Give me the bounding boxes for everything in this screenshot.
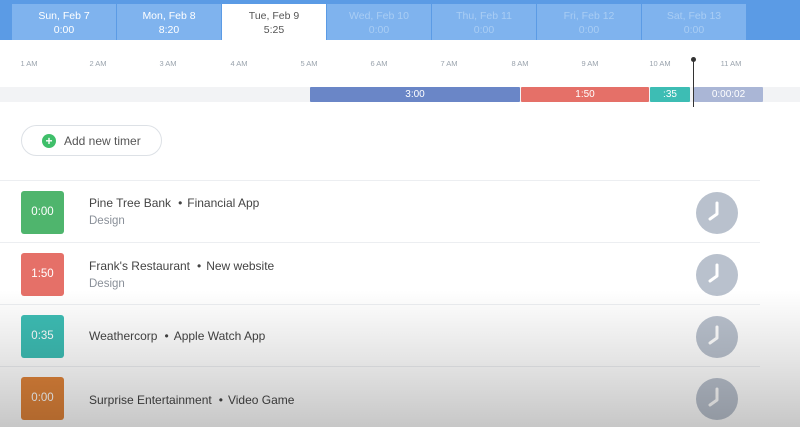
timer-duration-badge[interactable]: 0:00 — [21, 377, 64, 420]
separator: • — [197, 259, 202, 273]
timer-task: Design — [89, 215, 125, 227]
day-tab-mon[interactable]: Mon, Feb 8 8:20 — [117, 4, 221, 40]
day-tab-time: 0:00 — [368, 24, 390, 36]
timer-title: Surprise Entertainment • Video Game — [89, 393, 294, 407]
separator: • — [218, 393, 223, 407]
hour-tick: 9 AM — [581, 59, 599, 68]
plus-circle-icon: + — [42, 134, 56, 148]
day-tab-time: 5:25 — [263, 24, 285, 36]
day-tab-label: Sat, Feb 13 — [666, 10, 722, 22]
day-tab-time: 0:00 — [578, 24, 600, 36]
separator: • — [164, 329, 169, 343]
add-new-timer-label: Add new timer — [64, 134, 141, 148]
timer-duration-badge[interactable]: 0:35 — [21, 315, 64, 358]
timer-row[interactable]: 1:50 Frank's Restaurant • New website Desi… — [0, 242, 760, 304]
day-tab-fri[interactable]: Fri, Feb 12 0:00 — [537, 4, 641, 40]
timer-client: Frank's Restaurant — [89, 259, 190, 273]
hour-tick: 4 AM — [230, 59, 248, 68]
day-tab-thu[interactable]: Thu, Feb 11 0:00 — [432, 4, 536, 40]
day-tab-label: Mon, Feb 8 — [142, 10, 196, 22]
clock-icon[interactable] — [696, 316, 738, 358]
timer-client: Pine Tree Bank — [89, 196, 172, 210]
timer-duration-badge[interactable]: 1:50 — [21, 253, 64, 296]
clock-icon[interactable] — [696, 378, 738, 420]
hour-tick: 6 AM — [370, 59, 388, 68]
day-header: Sun, Feb 7 0:00 Mon, Feb 8 8:20 Tue, Feb… — [0, 0, 800, 42]
day-tab-sat[interactable]: Sat, Feb 13 0:00 — [642, 4, 746, 40]
hour-tick: 7 AM — [440, 59, 458, 68]
day-tab-sun[interactable]: Sun, Feb 7 0:00 — [12, 4, 116, 40]
timer-duration-badge[interactable]: 0:00 — [21, 191, 64, 234]
day-tab-tue[interactable]: Tue, Feb 9 5:25 — [222, 4, 326, 42]
add-new-timer-button[interactable]: + Add new timer — [21, 125, 162, 156]
timer-title: Weathercorp • Apple Watch App — [89, 329, 265, 343]
day-tab-label: Sun, Feb 7 — [38, 10, 90, 22]
timer-row[interactable]: 0:35 Weathercorp • Apple Watch App — [0, 304, 760, 366]
timer-task: Design — [89, 278, 125, 290]
day-tabs: Sun, Feb 7 0:00 Mon, Feb 8 8:20 Tue, Feb… — [12, 4, 746, 42]
hour-tick: 8 AM — [511, 59, 529, 68]
timeline-segment[interactable]: 3:00 — [310, 87, 520, 102]
day-tab-label: Thu, Feb 11 — [456, 10, 512, 22]
day-tab-time: 8:20 — [158, 24, 180, 36]
separator: • — [178, 196, 183, 210]
timer-project: Financial App — [187, 196, 260, 210]
day-tab-time: 0:00 — [473, 24, 495, 36]
day-tab-wed[interactable]: Wed, Feb 10 0:00 — [327, 4, 431, 40]
day-tab-time: 0:00 — [53, 24, 75, 36]
day-timeline: 1 AM 2 AM 3 AM 4 AM 5 AM 6 AM 7 AM 8 AM … — [0, 40, 800, 110]
timer-row[interactable]: 0:00 Pine Tree Bank • Financial App Design — [0, 180, 760, 242]
timer-client: Weathercorp — [89, 329, 158, 343]
hour-tick: 2 AM — [89, 59, 107, 68]
timeline-segment[interactable]: :35 — [650, 87, 690, 102]
hour-tick: 3 AM — [159, 59, 177, 68]
timer-project: New website — [206, 259, 275, 273]
day-tab-time: 0:00 — [683, 24, 705, 36]
timer-title: Frank's Restaurant • New website — [89, 259, 274, 273]
timeline-segment[interactable]: 1:50 — [521, 87, 649, 102]
hour-tick: 1 AM — [20, 59, 38, 68]
timer-title: Pine Tree Bank • Financial App — [89, 196, 259, 210]
clock-icon[interactable] — [696, 192, 738, 234]
hour-tick: 5 AM — [300, 59, 318, 68]
timer-row[interactable]: 0:00 Surprise Entertainment • Video Game — [0, 366, 760, 427]
hour-tick: 10 AM — [649, 59, 671, 68]
day-tab-label: Fri, Feb 12 — [563, 10, 615, 22]
current-time-line — [693, 59, 694, 107]
timeline-segment[interactable]: 0:00:02 — [694, 87, 763, 102]
hour-tick: 11 AM — [720, 59, 742, 68]
timer-project: Apple Watch App — [173, 329, 266, 343]
timer-client: Surprise Entertainment — [89, 393, 212, 407]
day-tab-label: Wed, Feb 10 — [349, 10, 409, 22]
clock-icon[interactable] — [696, 254, 738, 296]
day-tab-label: Tue, Feb 9 — [248, 10, 300, 22]
timer-project: Video Game — [227, 393, 295, 407]
